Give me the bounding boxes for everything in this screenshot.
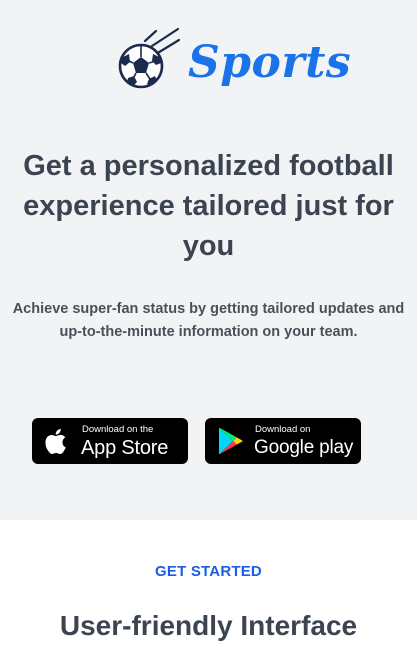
get-started-link[interactable]: GET STARTED [0,562,417,582]
google-play-icon [219,427,243,455]
app-store-label: App Store [81,437,169,459]
google-play-label: Google play [254,437,354,458]
hero-subtext: Achieve super-fan status by getting tail… [12,301,405,340]
app-store-small-label: Download on the [82,424,154,435]
hero-headline: Get a personalized football experience t… [23,150,394,262]
brand-logo[interactable]: Sports [116,26,351,96]
google-play-small-label: Download on [255,424,311,435]
soccer-ball-icon [118,27,181,89]
google-play-badge[interactable]: Download on Google play [205,418,361,464]
brand-name: Sports [188,37,352,88]
app-store-badge[interactable]: Download on the App Store [32,418,188,464]
apple-icon [45,428,66,454]
features-title: User-friendly Interface [59,610,358,641]
hero-section: Sports Get a personalized football exper… [0,0,417,520]
